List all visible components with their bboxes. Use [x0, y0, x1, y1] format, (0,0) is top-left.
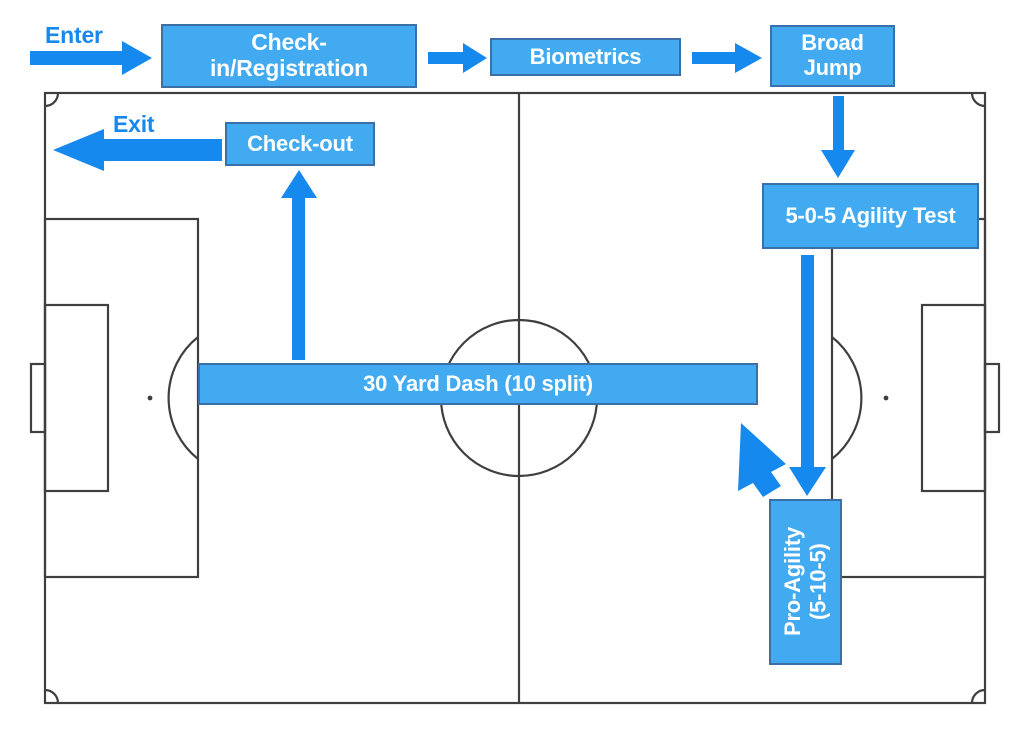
- corner-arc-top-left: [44, 92, 60, 108]
- penalty-area-left: [43, 217, 200, 579]
- flow-label-enter: Enter: [45, 22, 103, 48]
- station-label: 5-0-5 Agility Test: [785, 202, 956, 228]
- station-label: Check-out: [247, 130, 353, 156]
- goal-right: [983, 362, 1001, 434]
- goal-left: [29, 362, 47, 434]
- penalty-area-right: [830, 217, 987, 579]
- penalty-arc-right: [831, 336, 863, 460]
- station-check-out[interactable]: Check-out: [225, 122, 375, 166]
- station-label: Pro-Agility (5-10-5): [780, 527, 831, 637]
- station-label: Broad Jump: [801, 30, 864, 80]
- goal-area-right: [920, 303, 987, 493]
- station-label: Check- in/Registration: [209, 29, 368, 81]
- diagram-canvas: Enter Exit Check- in/Registration Biomet…: [0, 0, 1024, 738]
- flow-label-exit: Exit: [113, 111, 155, 137]
- station-broad-jump[interactable]: Broad Jump: [770, 25, 895, 87]
- station-label: Biometrics: [529, 43, 642, 69]
- station-biometrics[interactable]: Biometrics: [490, 38, 681, 76]
- station-30-yard-dash[interactable]: 30 Yard Dash (10 split): [198, 363, 758, 405]
- penalty-arc-left: [167, 336, 199, 460]
- corner-arc-bottom-left: [44, 688, 60, 704]
- station-label: 30 Yard Dash (10 split): [363, 370, 593, 396]
- station-pro-agility[interactable]: Pro-Agility (5-10-5): [769, 499, 842, 665]
- corner-arc-top-right: [970, 92, 986, 108]
- penalty-spot-right: [883, 395, 889, 401]
- penalty-spot-left: [147, 395, 153, 401]
- corner-arc-bottom-right: [970, 688, 986, 704]
- goal-area-left: [43, 303, 110, 493]
- station-check-in-registration[interactable]: Check- in/Registration: [161, 24, 417, 88]
- station-505-agility-test[interactable]: 5-0-5 Agility Test: [762, 183, 979, 249]
